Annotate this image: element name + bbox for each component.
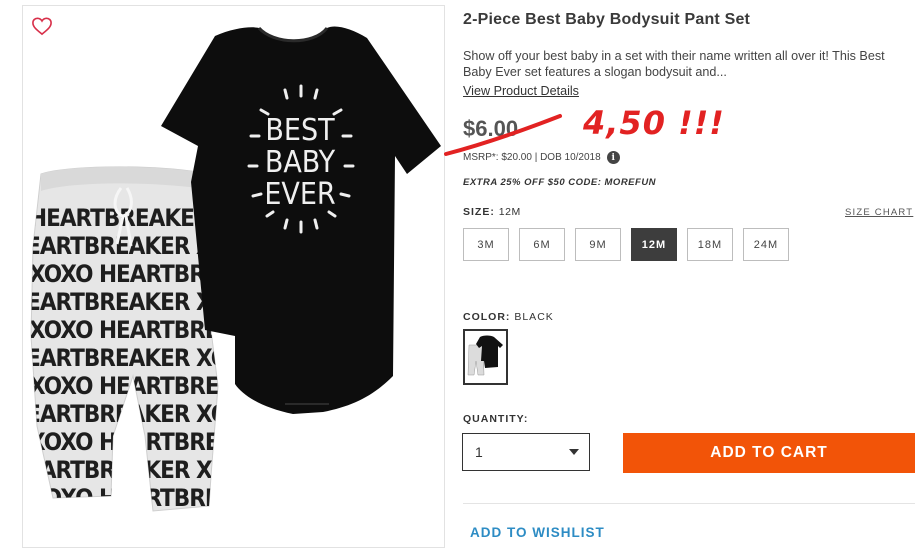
product-description: Show off your best baby in a set with th… xyxy=(463,49,885,79)
size-option-18m[interactable]: 18M xyxy=(687,228,733,261)
product-photo: HEARTBREAKER XOXOHEARTBREAKER XOXOXOXO H… xyxy=(23,26,441,540)
size-option-9m[interactable]: 9M xyxy=(575,228,621,261)
quantity-value: 1 xyxy=(475,444,483,460)
info-icon[interactable]: i xyxy=(606,151,620,164)
size-option-3m[interactable]: 3M xyxy=(463,228,509,261)
color-swatch-black[interactable] xyxy=(463,329,508,385)
pants-print-text: HEARTBREAKER XOXO xyxy=(23,400,260,428)
quantity-select[interactable]: 1 xyxy=(462,433,590,471)
handwritten-price-note: 4,50 !!! xyxy=(583,104,725,142)
size-label: SIZE: 12M xyxy=(463,206,521,218)
pants-print-text: XOXO HEARTBREAKER xyxy=(29,428,281,456)
swatch-thumbnail xyxy=(467,335,503,376)
heart-outline-icon[interactable] xyxy=(31,16,53,36)
size-option-12m[interactable]: 12M xyxy=(631,228,677,261)
divider xyxy=(463,503,915,504)
color-selected-value: BLACK xyxy=(514,311,554,323)
pants-print-text: HEARTBREAKER XOXO xyxy=(23,512,260,540)
pants-print-text: HEARTBREAKER XOXO xyxy=(23,456,260,484)
color-label-text: COLOR: xyxy=(463,311,511,323)
product-image-panel: HEARTBREAKER XOXO HEARTBREAKER XOXO XOXO H… xyxy=(22,5,445,548)
size-option-6m[interactable]: 6M xyxy=(519,228,565,261)
add-to-cart-button[interactable]: ADD TO CART xyxy=(623,433,915,473)
chevron-down-icon xyxy=(569,449,579,455)
pants-print-text: HEARTBREAKER XOXO xyxy=(23,344,260,372)
product-title: 2-Piece Best Baby Bodysuit Pant Set xyxy=(463,11,751,28)
view-product-details-link[interactable]: View Product Details xyxy=(463,84,579,98)
size-options: 3M 6M 9M 12M 18M 24M xyxy=(463,228,789,261)
size-option-24m[interactable]: 24M xyxy=(743,228,789,261)
bodysuit-text-line-3: EVER xyxy=(264,177,335,212)
add-to-wishlist-link[interactable]: ADD TO WISHLIST xyxy=(470,525,605,540)
color-label: COLOR: BLACK xyxy=(463,311,554,323)
msrp-line: MSRP*: $20.00 | DOB 10/2018 i xyxy=(463,151,620,164)
size-selected-value: 12M xyxy=(498,206,521,218)
bodysuit-text-line-1: BEST xyxy=(265,113,335,148)
quantity-label: QUANTITY: xyxy=(463,413,529,425)
promo-text: EXTRA 25% OFF $50 CODE: MOREFUN xyxy=(463,177,657,188)
bodysuit-text-line-2: BABY xyxy=(265,145,336,180)
size-chart-link[interactable]: SIZE CHART xyxy=(845,207,913,218)
msrp-text: MSRP*: $20.00 | DOB 10/2018 xyxy=(463,152,601,163)
size-label-text: SIZE: xyxy=(463,206,495,218)
